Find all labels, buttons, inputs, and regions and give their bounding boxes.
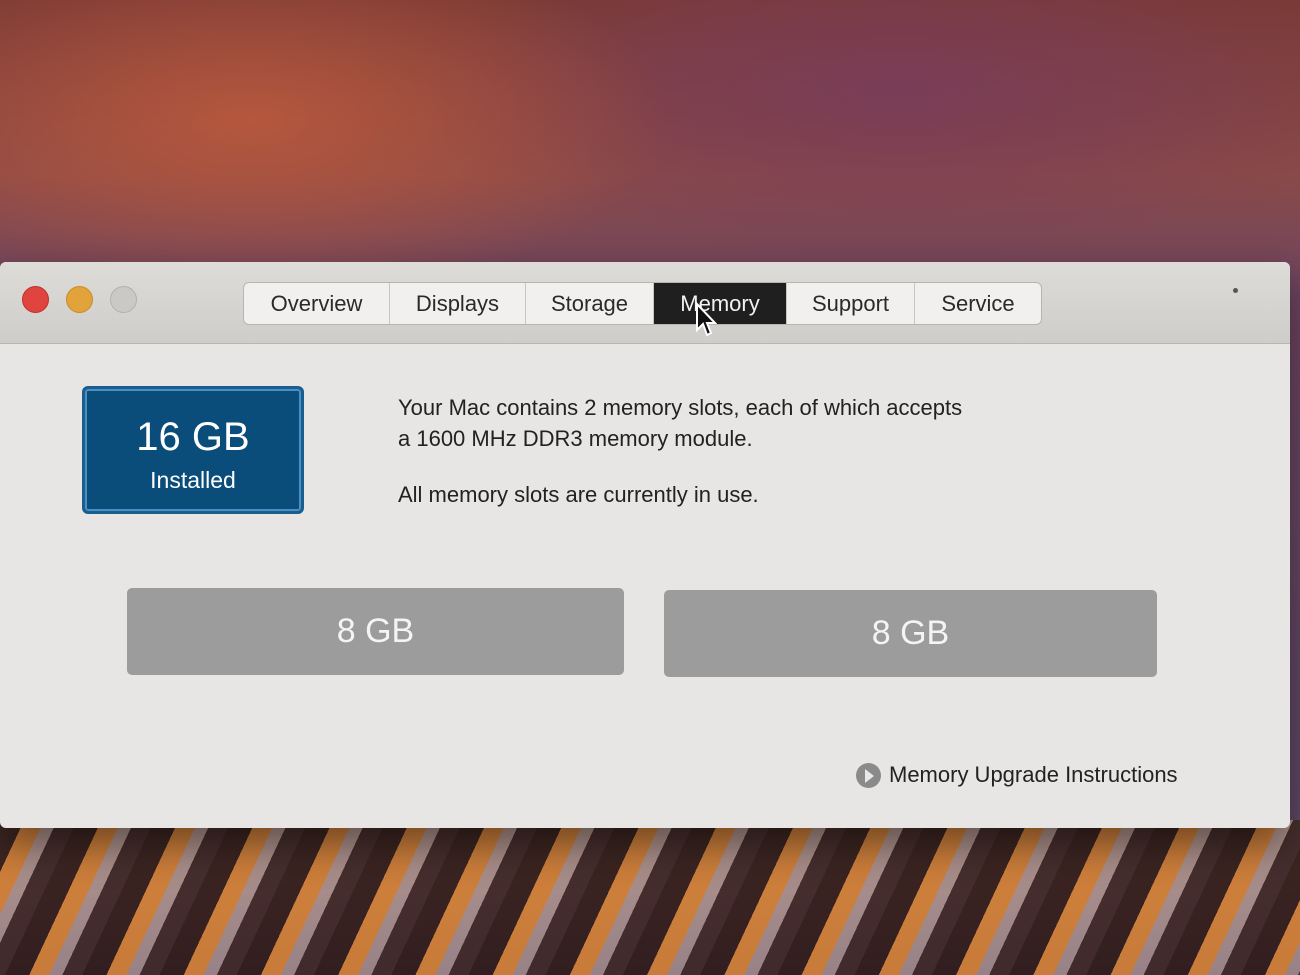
tab-service[interactable]: Service <box>915 283 1041 324</box>
close-button[interactable] <box>22 286 49 313</box>
zoom-button[interactable] <box>110 286 137 313</box>
memory-slots-info: Your Mac contains 2 memory slots, each o… <box>398 392 1118 454</box>
memory-upgrade-link[interactable]: Memory Upgrade Instructions <box>856 760 1178 790</box>
installed-memory-size: 16 GB <box>136 415 250 459</box>
tab-memory[interactable]: Memory <box>654 283 787 324</box>
tab-displays[interactable]: Displays <box>390 283 526 324</box>
tab-overview[interactable]: Overview <box>244 283 390 324</box>
desktop-mountains <box>0 820 1300 975</box>
memory-slots-status: All memory slots are currently in use. <box>398 482 759 507</box>
mouse-cursor-icon <box>696 302 717 337</box>
window-titlebar: Overview Displays Storage Memory Support… <box>0 262 1290 344</box>
arrow-circle-icon <box>856 762 881 788</box>
memory-description: Your Mac contains 2 memory slots, each o… <box>398 392 1118 535</box>
about-this-mac-window: Overview Displays Storage Memory Support… <box>0 262 1290 828</box>
memory-slot-2: 8 GB <box>664 590 1157 677</box>
installed-memory-label: Installed <box>150 467 236 493</box>
memory-slot-1: 8 GB <box>127 588 624 675</box>
tab-storage[interactable]: Storage <box>526 283 654 324</box>
memory-slots-line1: Your Mac contains 2 memory slots, each o… <box>398 395 963 420</box>
tab-bar: Overview Displays Storage Memory Support… <box>243 282 1042 325</box>
tab-support[interactable]: Support <box>787 283 915 324</box>
installed-memory-badge: 16 GB Installed <box>82 386 304 514</box>
minimize-button[interactable] <box>66 286 93 313</box>
memory-slots-line2: a 1600 MHz DDR3 memory module. <box>398 426 753 451</box>
memory-upgrade-label: Memory Upgrade Instructions <box>889 762 1178 787</box>
menu-dot-icon <box>1233 288 1238 293</box>
